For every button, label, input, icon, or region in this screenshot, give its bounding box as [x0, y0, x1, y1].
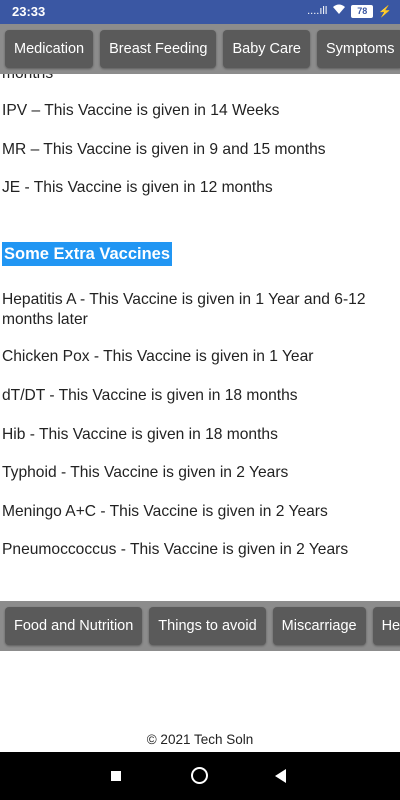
footer-copyright: © 2021 Tech Soln [146, 732, 254, 747]
extra-vaccine-line: Chicken Pox - This Vaccine is given in 1… [2, 348, 314, 365]
partial-text-line: months [2, 74, 394, 84]
bottom-nav-bar: Food and Nutrition Things to avoid Misca… [0, 601, 400, 651]
extra-vaccine-line: Typhoid - This Vaccine is given in 2 Yea… [2, 464, 289, 481]
nav-button-baby-care[interactable]: Baby Care [223, 30, 310, 68]
battery-icon: 78 [351, 4, 374, 18]
nav-button-health[interactable]: Healt [372, 607, 400, 645]
nav-button-breast-feeding[interactable]: Breast Feeding [100, 30, 217, 68]
nav-button-food-nutrition[interactable]: Food and Nutrition [5, 607, 143, 645]
back-icon[interactable] [275, 769, 286, 783]
status-time: 23:33 [12, 4, 46, 19]
nav-button-things-to-avoid[interactable]: Things to avoid [149, 607, 266, 645]
extra-vaccines-heading: Some Extra Vaccines [2, 242, 173, 266]
extra-vaccine-line: Hepatitis A - This Vaccine is given in 1… [2, 291, 366, 328]
recents-icon[interactable] [111, 771, 121, 781]
home-icon[interactable] [191, 767, 208, 784]
wifi-icon [332, 4, 346, 18]
extra-vaccine-line: Hib - This Vaccine is given in 18 months [2, 426, 278, 443]
vaccine-line: IPV – This Vaccine is given in 14 Weeks [2, 102, 280, 119]
content-area: months IPV – This Vaccine is given in 14… [0, 74, 400, 598]
extra-vaccine-line: Meningo A+C - This Vaccine is given in 2… [2, 503, 328, 520]
extra-vaccine-line: dT/DT - This Vaccine is given in 18 mont… [2, 387, 298, 404]
status-bar: 23:33 ....ıll 78 ⚡ [0, 0, 400, 24]
status-icons: ....ıll 78 ⚡ [307, 4, 392, 18]
signal-icon: ....ıll [307, 5, 328, 17]
system-nav-bar [0, 752, 400, 800]
nav-button-miscarriage[interactable]: Miscarriage [272, 607, 366, 645]
extra-vaccine-line: Pneumoccoccus - This Vaccine is given in… [2, 541, 349, 558]
vaccine-line: JE - This Vaccine is given in 12 months [2, 179, 273, 196]
top-nav-bar: Medication Breast Feeding Baby Care Symp… [0, 24, 400, 74]
nav-button-medication[interactable]: Medication [5, 30, 94, 68]
vaccine-line: MR – This Vaccine is given in 9 and 15 m… [2, 141, 326, 158]
nav-button-symptoms[interactable]: Symptoms [316, 30, 400, 68]
charging-icon: ⚡ [378, 5, 392, 18]
